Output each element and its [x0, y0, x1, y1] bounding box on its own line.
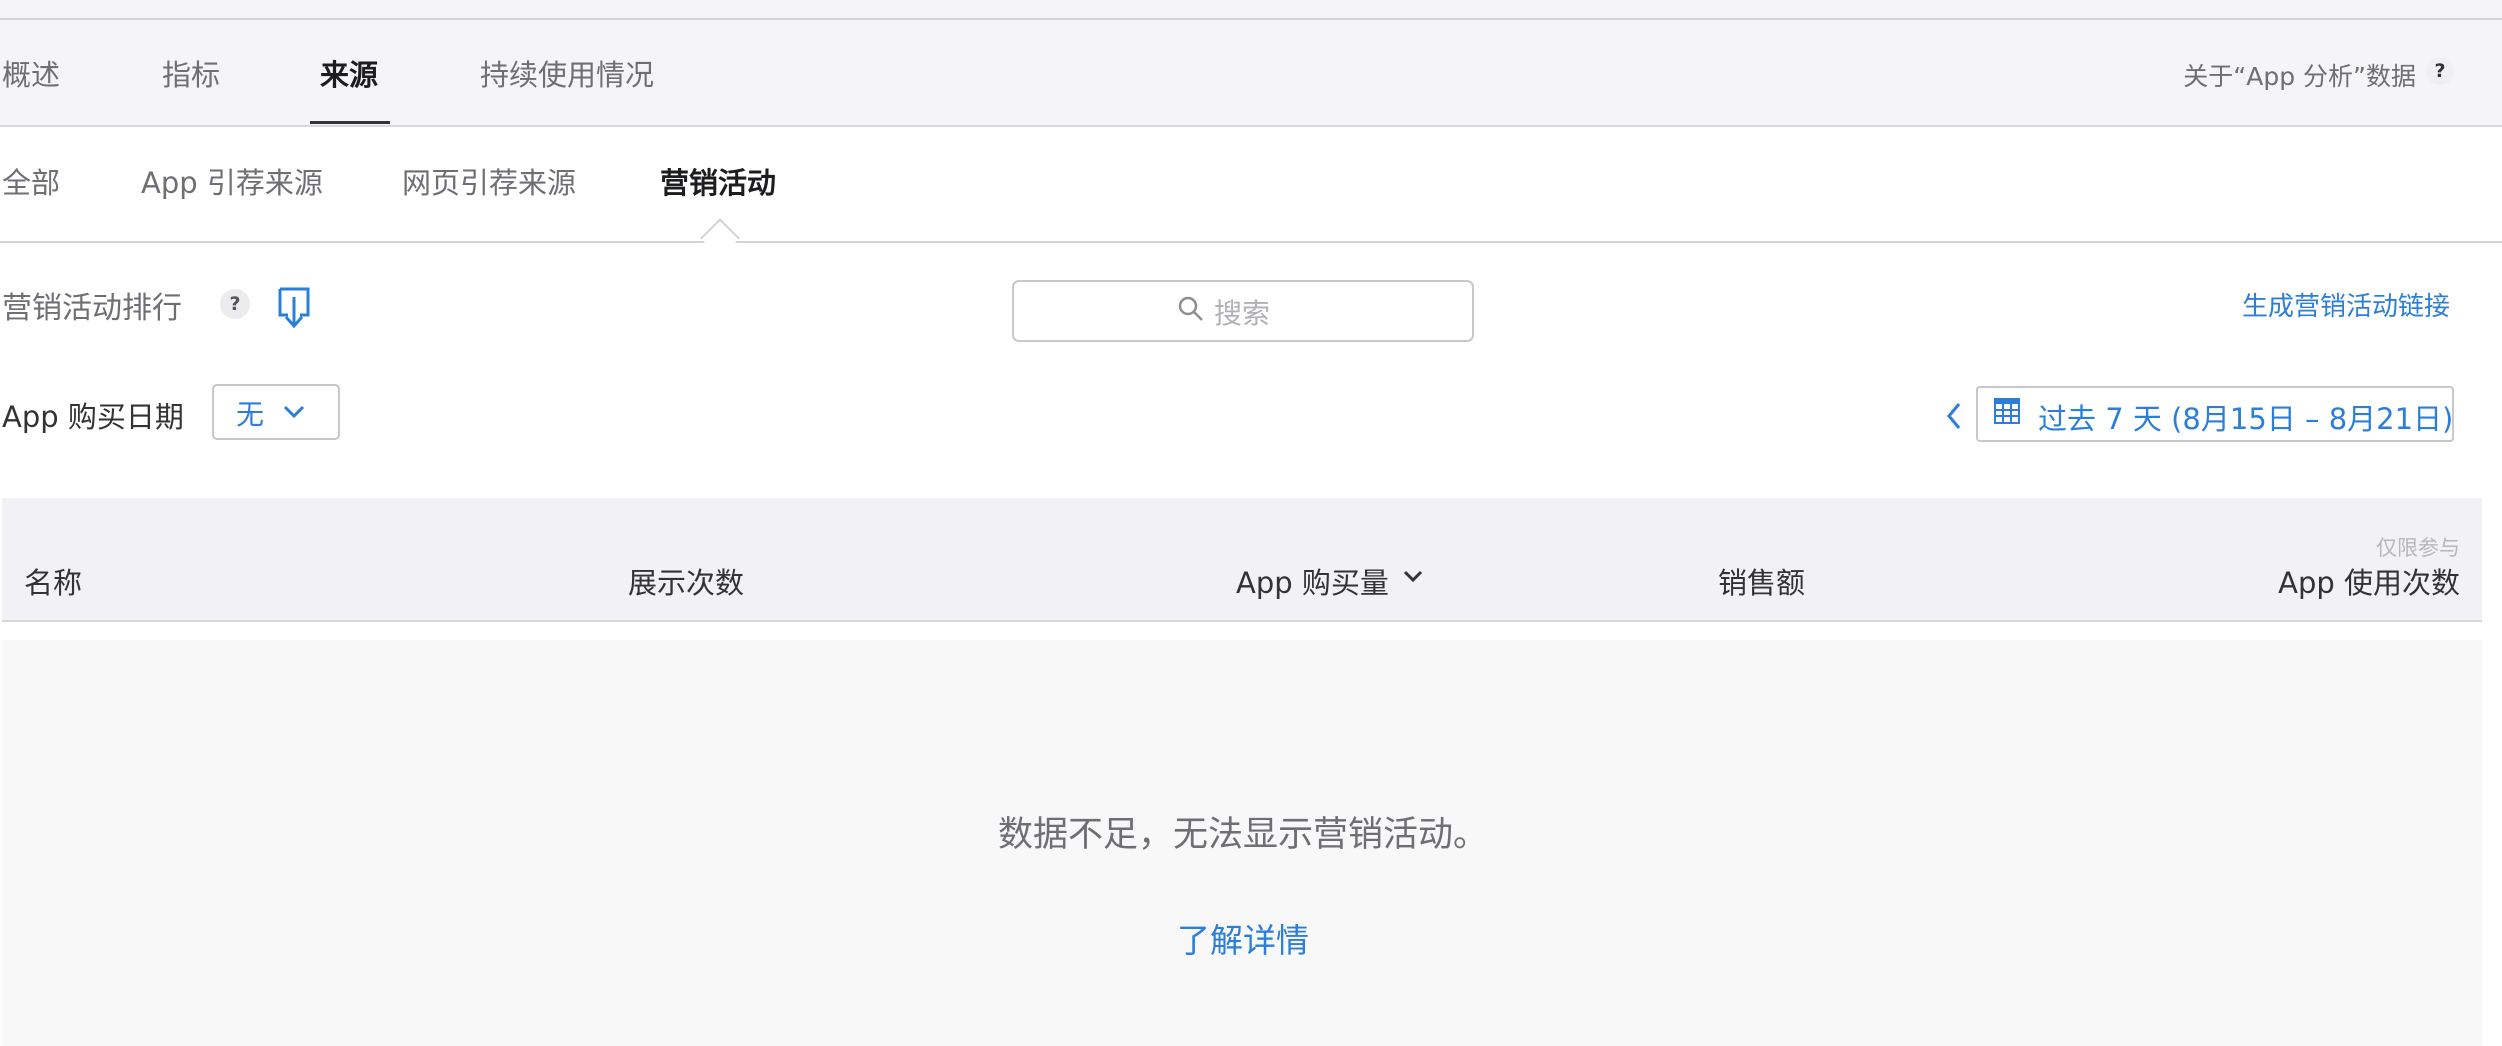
purchase-date-label: App 购买日期 [2, 400, 184, 434]
secondary-tab-bar [0, 127, 2502, 243]
tab-overview[interactable]: 概述 [2, 52, 60, 94]
about-analytics-label: 关于“App 分析”数据 [2183, 62, 2416, 91]
campaign-table: 名称 展示次数 App 购买量 销售额 仅限参与 App 使用次数 [2, 498, 2482, 1046]
help-icon[interactable]: ? [220, 289, 250, 319]
search-placeholder: 搜索 [1214, 297, 1271, 330]
column-header-name[interactable]: 名称 [24, 560, 82, 602]
table-header: 名称 展示次数 App 购买量 销售额 仅限参与 App 使用次数 [2, 498, 2482, 622]
chevron-left-icon[interactable] [1944, 400, 1964, 432]
calendar-icon [1994, 398, 2020, 424]
section-title: 营销活动排行 [2, 291, 182, 326]
chevron-down-icon [283, 405, 305, 419]
subtab-web-referrers[interactable]: 网页引荐来源 [402, 160, 576, 202]
tab-sources[interactable]: 来源 [320, 52, 378, 94]
column-header-app-units[interactable]: App 购买量 [1236, 560, 1389, 602]
download-icon[interactable] [276, 285, 312, 329]
active-tab-indicator [310, 121, 390, 124]
top-edge [0, 0, 2502, 20]
tab-metrics[interactable]: 指标 [162, 52, 220, 94]
tab-retention[interactable]: 持续使用情况 [480, 52, 654, 94]
subtab-all[interactable]: 全部 [2, 160, 60, 202]
subtab-campaigns[interactable]: 营销活动 [660, 160, 776, 202]
search-icon [1178, 296, 1203, 321]
table-separator [2, 622, 2482, 640]
generate-campaign-link[interactable]: 生成营销活动链接 [2242, 286, 2450, 323]
column-header-note: 仅限参与 [2376, 536, 2460, 560]
empty-state-message: 数据不足，无法显示营销活动。 [997, 815, 1488, 855]
subtab-app-referrers[interactable]: App 引荐来源 [141, 160, 323, 202]
column-header-sales[interactable]: 销售额 [1718, 560, 1805, 602]
learn-more-link[interactable]: 了解详情 [0, 914, 2486, 962]
column-header-impressions[interactable]: 展示次数 [628, 560, 744, 602]
purchase-date-value: 无 [236, 398, 265, 431]
sort-chevron-icon[interactable] [1402, 568, 1424, 584]
date-range-label: 过去 7 天 (8月15日 – 8月21日) [2038, 402, 2454, 436]
help-icon[interactable]: ? [2426, 57, 2454, 85]
column-header-sessions[interactable]: App 使用次数 [2278, 560, 2460, 602]
about-analytics-link[interactable]: 关于“App 分析”数据? [2183, 57, 2454, 93]
purchase-date-dropdown[interactable] [212, 384, 340, 440]
